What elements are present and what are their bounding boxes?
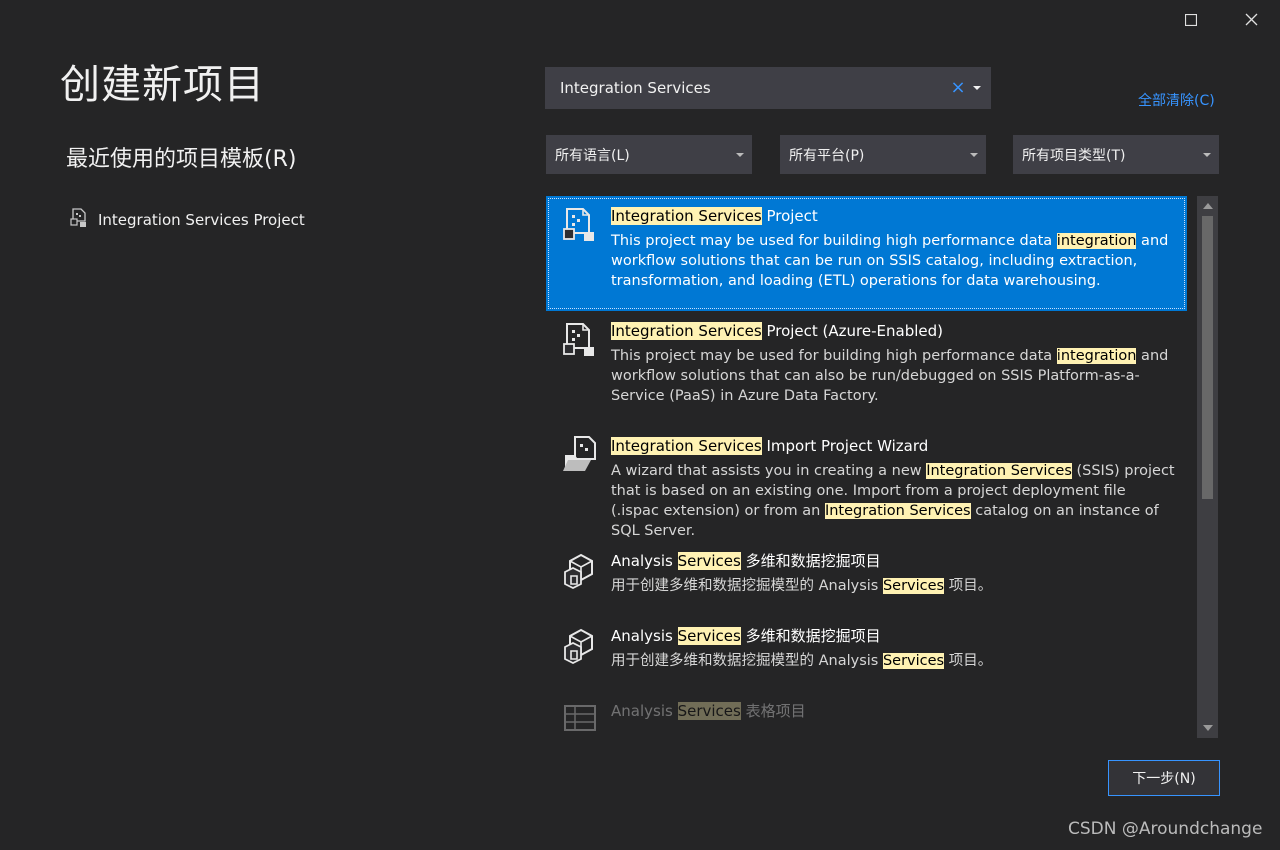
project-type-filter-label: 所有项目类型(T) [1022,147,1126,164]
ssis-project-icon [561,320,601,360]
search-highlight: Services [882,578,945,594]
recent-template-label: Integration Services Project [98,211,305,229]
search-highlight: integration [1056,348,1137,364]
template-list: Integration Services Project This project… [546,196,1218,738]
ssis-project-icon [561,205,601,245]
recent-template-item[interactable]: Integration Services Project [70,207,305,233]
search-highlight: Services [677,702,741,720]
chevron-down-icon [1203,152,1211,157]
maximize-button[interactable] [1174,4,1208,36]
analysis-cube-icon [561,625,601,665]
template-title: Analysis Services 表格项目 [611,702,806,720]
scroll-down-icon[interactable] [1203,725,1213,731]
template-title: Integration Services Project [611,207,818,225]
page-title: 创建新项目 [60,62,265,108]
template-list-item[interactable]: Integration Services Project This project… [546,196,1187,311]
clear-all-link[interactable]: 全部清除(C) [1138,90,1215,110]
close-icon [1245,11,1258,30]
template-description: 用于创建多维和数据挖掘模型的 Analysis Services 项目。 [611,653,993,669]
search-highlight: Services [677,627,741,645]
next-button[interactable]: 下一步(N) [1108,760,1220,796]
scroll-thumb[interactable] [1202,216,1213,499]
search-input[interactable] [545,67,947,109]
template-description: This project may be used for building hi… [611,233,1169,289]
platform-filter[interactable]: 所有平台(P) [780,135,986,174]
search-highlight: Integration Services [611,207,762,225]
close-button[interactable] [1234,4,1268,36]
search-highlight: Integration Services [611,322,762,340]
search-highlight: Services [677,552,741,570]
recent-templates-heading: 最近使用的项目模板(R) [66,147,297,172]
platform-filter-label: 所有平台(P) [789,147,865,164]
search-highlight: Integration Services [824,503,971,519]
chevron-down-icon [973,86,981,90]
chevron-down-icon [970,152,978,157]
search-highlight: Integration Services [926,463,1072,479]
template-list-item[interactable]: Analysis Services 表格项目 [546,691,1187,738]
template-title: Analysis Services 多维和数据挖掘项目 [611,627,881,645]
search-highlight: Integration Services [611,437,762,455]
template-title: Analysis Services 多维和数据挖掘项目 [611,552,881,570]
watermark: CSDN @Aroundchange [1068,819,1263,839]
language-filter[interactable]: 所有语言(L) [546,135,752,174]
ssis-project-icon [70,208,88,232]
template-title: Integration Services Project (Azure-Enab… [611,322,943,340]
language-filter-label: 所有语言(L) [555,147,630,164]
scrollbar[interactable] [1197,196,1218,738]
template-description: This project may be used for building hi… [611,348,1169,404]
template-description: A wizard that assists you in creating a … [611,463,1175,539]
template-list-item[interactable]: Analysis Services 多维和数据挖掘项目用于创建多维和数据挖掘模型… [546,541,1187,616]
import-wizard-icon [561,435,601,475]
search-history-dropdown[interactable] [969,86,985,90]
maximize-icon [1184,11,1198,30]
analysis-cube-icon [561,550,601,590]
template-list-item[interactable]: Analysis Services 多维和数据挖掘项目用于创建多维和数据挖掘模型… [546,616,1187,691]
template-description: 用于创建多维和数据挖掘模型的 Analysis Services 项目。 [611,578,993,594]
chevron-down-icon [736,152,744,157]
analysis-tabular-icon [561,700,601,738]
search-highlight: Services [882,653,945,669]
clear-search-icon[interactable]: × [947,67,969,109]
project-type-filter[interactable]: 所有项目类型(T) [1013,135,1219,174]
search-box: × [545,67,991,109]
scroll-up-icon[interactable] [1203,203,1213,209]
search-highlight: integration [1056,233,1137,249]
template-list-item[interactable]: Integration Services Project (Azure-Enab… [546,311,1187,426]
template-list-item[interactable]: Integration Services Import Project Wiza… [546,426,1187,541]
template-title: Integration Services Import Project Wiza… [611,437,929,455]
